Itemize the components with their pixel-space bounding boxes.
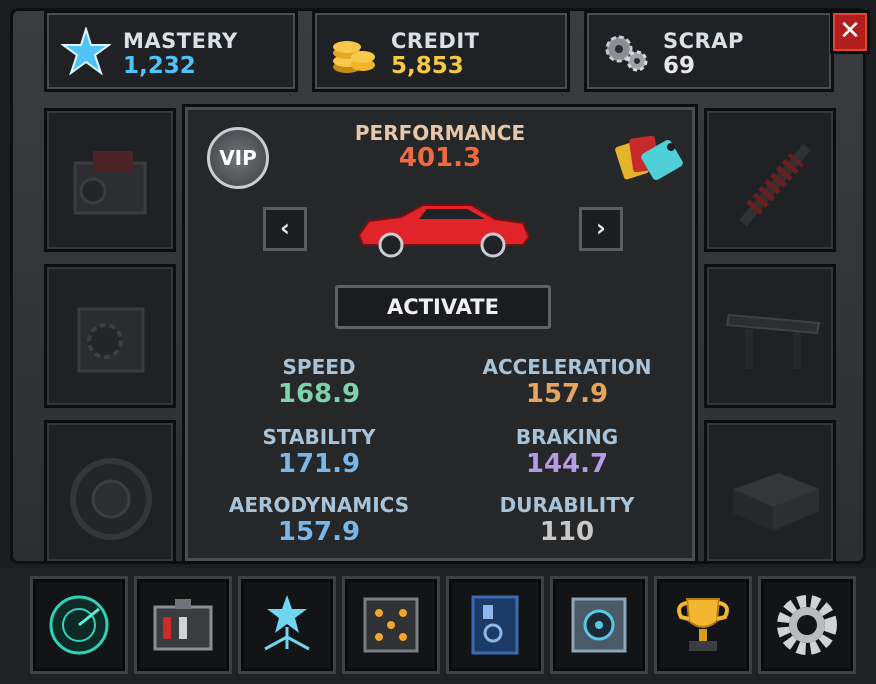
car-stats-panel: VIP PERFORMANCE 401.3 ‹ › ACTIVATE SPEED… xyxy=(182,104,698,564)
scrap-label: SCRAP xyxy=(663,29,744,53)
toolbox-button[interactable] xyxy=(134,576,232,674)
blueprint-book-button[interactable] xyxy=(446,576,544,674)
skill-tree-button[interactable] xyxy=(238,576,336,674)
stat-value: 171.9 xyxy=(277,449,361,479)
price-tags-icon[interactable] xyxy=(615,127,687,187)
gearbox-part-icon xyxy=(77,307,145,373)
activate-button[interactable]: ACTIVATE xyxy=(335,285,551,329)
stat-label: BRAKING xyxy=(515,425,619,449)
scrap-value: 69 xyxy=(663,53,696,79)
mastery-panel: MASTERY 1,232 xyxy=(44,10,298,92)
dice-crate-button[interactable] xyxy=(342,576,440,674)
stat-label: DURABILITY xyxy=(499,493,635,517)
stat-value: 168.9 xyxy=(277,379,361,409)
ecu-part-icon xyxy=(733,473,819,531)
gearbox-slot[interactable] xyxy=(44,264,176,408)
suspension-slot[interactable] xyxy=(704,108,836,252)
stat-label: AERODYNAMICS xyxy=(228,493,410,517)
toolbox-icon xyxy=(153,599,213,651)
red-sports-car-image xyxy=(357,204,531,258)
trophy-button[interactable] xyxy=(654,576,752,674)
close-button[interactable]: ✕ xyxy=(830,10,870,54)
credit-label: CREDIT xyxy=(391,29,480,53)
spoiler-part-icon xyxy=(725,313,821,369)
stat-braking: BRAKING 144.7 xyxy=(447,425,687,479)
blueprint-book-icon xyxy=(471,595,519,655)
mastery-star-icon xyxy=(61,27,111,76)
stat-aerodynamics: AERODYNAMICS 157.9 xyxy=(199,493,439,547)
engine-slot[interactable] xyxy=(44,108,176,252)
tire-slot[interactable] xyxy=(44,420,176,564)
stat-value: 144.7 xyxy=(525,449,609,479)
safe-vault-icon xyxy=(571,597,627,653)
settings-gear-icon xyxy=(777,595,837,655)
stat-speed: SPEED 168.9 xyxy=(199,355,439,409)
engine-part-icon xyxy=(73,151,147,215)
tire-part-icon xyxy=(70,458,152,540)
skill-tree-icon xyxy=(264,595,310,651)
stat-label: ACCELERATION xyxy=(482,355,652,379)
stat-label: STABILITY xyxy=(262,425,376,449)
stat-label: SPEED xyxy=(282,355,356,379)
gold-coins-icon xyxy=(333,41,375,73)
vault-button[interactable] xyxy=(550,576,648,674)
suspension-part-icon xyxy=(739,143,811,227)
mastery-value: 1,232 xyxy=(123,53,196,79)
stat-acceleration: ACCELERATION 157.9 xyxy=(447,355,687,409)
credit-value: 5,853 xyxy=(391,53,464,79)
stat-value: 157.9 xyxy=(525,379,609,409)
trophy-icon xyxy=(677,598,729,651)
stat-stability: STABILITY 171.9 xyxy=(199,425,439,479)
ecu-slot[interactable] xyxy=(704,420,836,564)
stat-value: 110 xyxy=(539,517,595,547)
stat-durability: DURABILITY 110 xyxy=(447,493,687,547)
scrap-panel: SCRAP 69 xyxy=(584,10,834,92)
dice-crate-icon xyxy=(363,597,419,653)
gears-scrap-icon xyxy=(605,35,648,72)
spoiler-slot[interactable] xyxy=(704,264,836,408)
credit-panel: CREDIT 5,853 xyxy=(312,10,570,92)
next-car-button[interactable]: › xyxy=(579,207,623,251)
prev-car-button[interactable]: ‹ xyxy=(263,207,307,251)
stat-value: 157.9 xyxy=(277,517,361,547)
radar-icon xyxy=(49,595,109,655)
settings-button[interactable] xyxy=(758,576,856,674)
mastery-label: MASTERY xyxy=(123,29,238,53)
radar-button[interactable] xyxy=(30,576,128,674)
